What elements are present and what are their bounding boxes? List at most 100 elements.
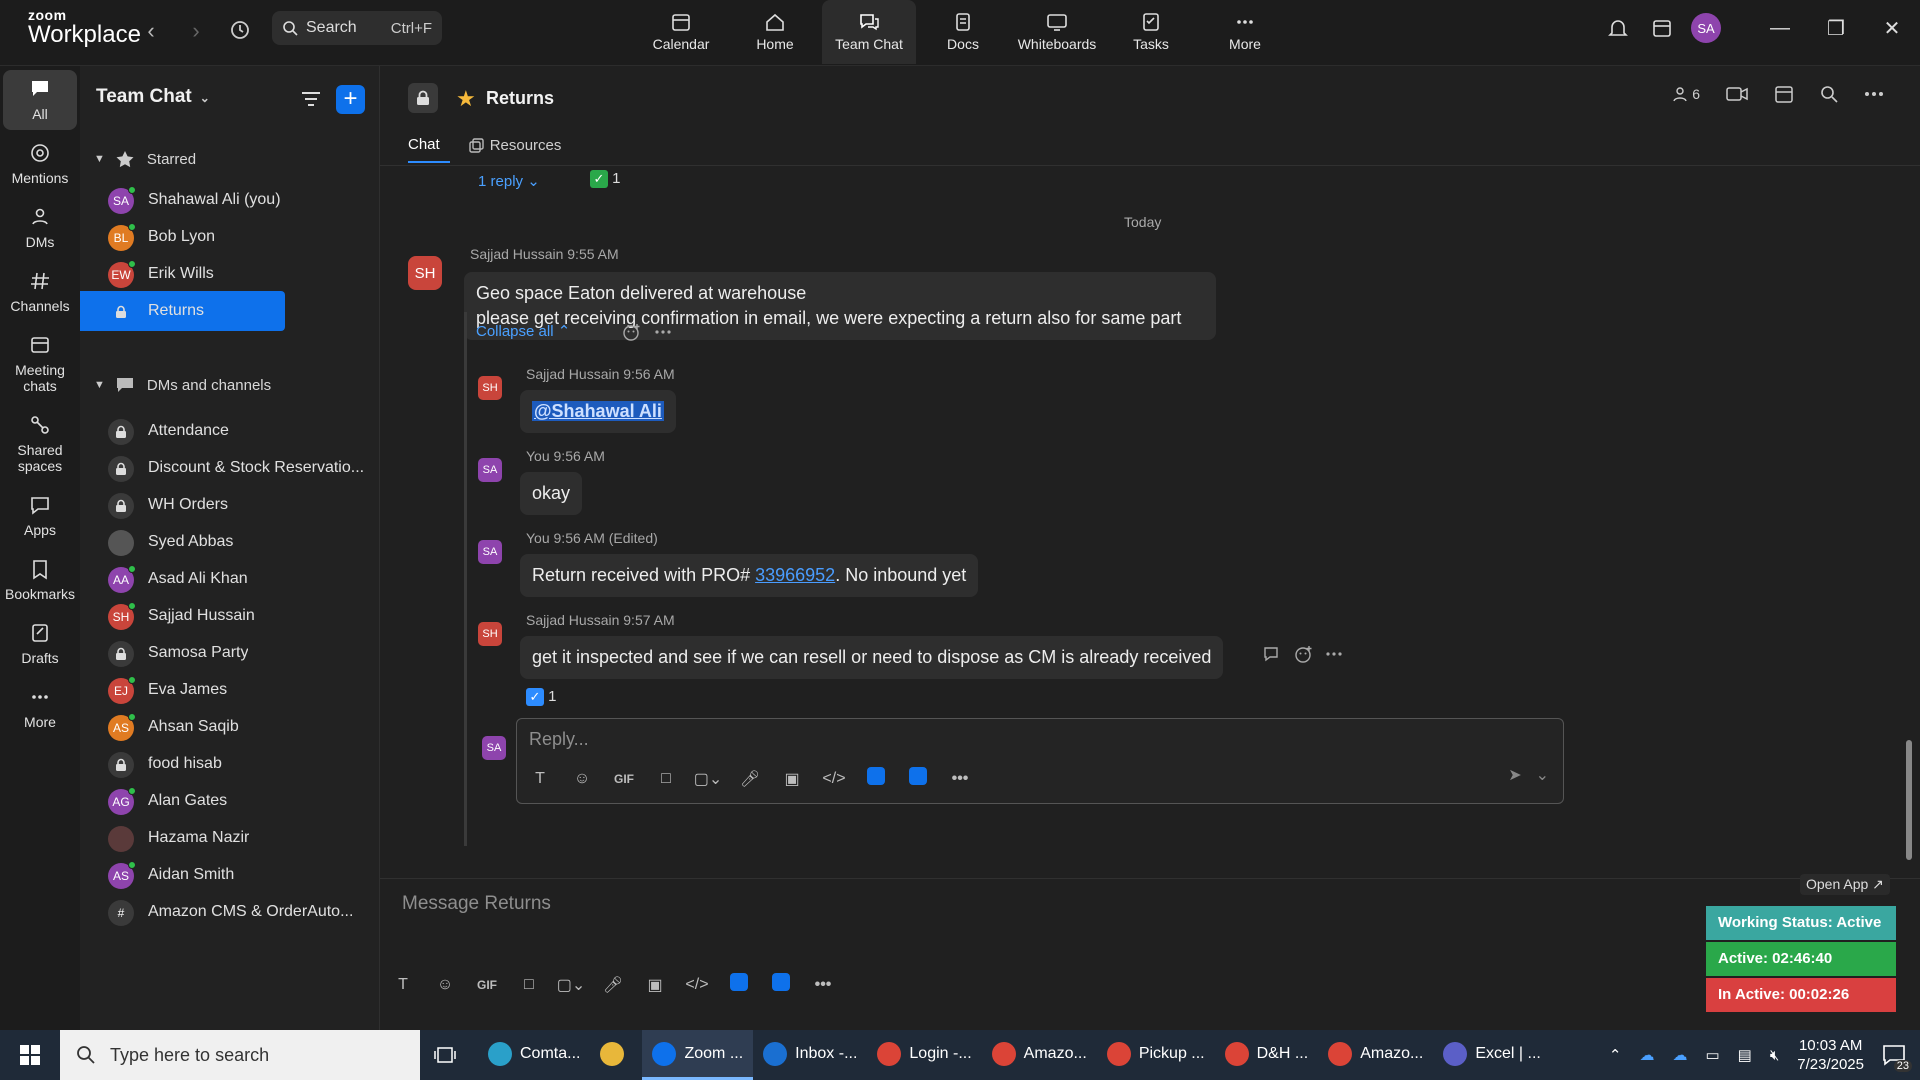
sidebar-item[interactable]: SH Sajjad Hussain: [80, 596, 285, 636]
sidebar-item[interactable]: Discount & Stock Reservatio...: [80, 448, 364, 488]
tab-docs[interactable]: Docs: [916, 0, 1010, 64]
tab-tasks[interactable]: Tasks: [1104, 0, 1198, 64]
video-message-icon[interactable]: ▣: [771, 769, 813, 789]
thread-scrollbar[interactable]: [1906, 740, 1912, 860]
add-reaction-icon[interactable]: [1294, 644, 1314, 664]
avatar[interactable]: SA: [478, 540, 502, 564]
cloud-sync-icon[interactable]: ☁: [1672, 1046, 1687, 1064]
app-icon[interactable]: [897, 767, 939, 790]
filter-icon[interactable]: [300, 88, 322, 110]
app-icon[interactable]: [718, 973, 760, 996]
taskbar-app[interactable]: Pickup ...: [1097, 1030, 1215, 1080]
gif-icon[interactable]: GIF: [466, 978, 508, 992]
sidebar-item[interactable]: WH Orders: [80, 485, 285, 525]
rail-bookmarks[interactable]: Bookmarks: [3, 550, 77, 610]
close-icon[interactable]: ✕: [1864, 16, 1920, 41]
tab-team-chat[interactable]: Team Chat: [822, 0, 916, 64]
rail-all[interactable]: All: [3, 70, 77, 130]
sidebar-item[interactable]: Hazama Nazir: [80, 818, 285, 858]
clock[interactable]: 10:03 AM 7/23/2025: [1797, 1036, 1864, 1074]
avatar[interactable]: SH: [478, 622, 502, 646]
text-format-icon[interactable]: T: [519, 770, 561, 788]
rail-dms[interactable]: DMs: [3, 198, 77, 258]
pro-number-link[interactable]: 33966952: [755, 565, 835, 585]
microphone-icon[interactable]: 🎤︎: [592, 975, 634, 995]
sidebar-item[interactable]: AS Aidan Smith: [80, 855, 285, 895]
avatar[interactable]: SH: [408, 256, 442, 290]
text-format-icon[interactable]: T: [382, 976, 424, 994]
rail-more[interactable]: More: [3, 678, 77, 738]
sidebar-item[interactable]: Attendance: [80, 411, 285, 451]
rail-drafts[interactable]: Drafts: [3, 614, 77, 674]
taskbar-app[interactable]: D&H ...: [1215, 1030, 1319, 1080]
taskbar-app[interactable]: Zoom ...: [642, 1030, 754, 1080]
rail-shared-spaces[interactable]: Shared spaces: [3, 406, 77, 482]
taskbar-app[interactable]: Login -...: [867, 1030, 981, 1080]
reaction-badge[interactable]: ✓ 1: [526, 688, 557, 707]
minimize-icon[interactable]: —: [1752, 17, 1808, 40]
star-icon[interactable]: ★: [456, 86, 476, 112]
taskbar-app[interactable]: Amazo...: [1318, 1030, 1433, 1080]
sidebar-item[interactable]: Returns: [80, 291, 285, 331]
calendar-check-icon[interactable]: [1640, 6, 1684, 50]
sidebar-item[interactable]: BL Bob Lyon: [80, 217, 285, 257]
message-composer[interactable]: Message Returns T ☺ GIF □ ▢⌄ 🎤︎ ▣ </> ••…: [380, 878, 1920, 1030]
restore-icon[interactable]: ❐: [1808, 16, 1864, 41]
more-dots-icon[interactable]: •••: [939, 770, 981, 788]
sidebar-title[interactable]: Team Chat ⌄: [96, 86, 210, 108]
reply-input[interactable]: Reply... T ☺ GIF □ ▢⌄ 🎤︎ ▣ </> ••• ➤ ⌄: [516, 718, 1564, 804]
video-message-icon[interactable]: ▣: [634, 975, 676, 995]
rail-apps[interactable]: Apps: [3, 486, 77, 546]
mention-link[interactable]: @Shahawal Ali: [532, 401, 664, 421]
send-icon[interactable]: ➤: [1508, 765, 1521, 785]
sidebar-item[interactable]: Syed Abbas: [80, 522, 285, 562]
reply-icon[interactable]: [1262, 644, 1282, 664]
more-dots-icon[interactable]: [1864, 91, 1884, 97]
sidebar-item[interactable]: Samosa Party: [80, 633, 285, 673]
more-dots-icon[interactable]: [1326, 652, 1342, 656]
section-dms-channels[interactable]: ▼ DMs and channels: [94, 376, 271, 394]
taskbar-app[interactable]: Inbox -...: [753, 1030, 867, 1080]
forward-icon[interactable]: ›: [183, 18, 209, 44]
rail-mentions[interactable]: Mentions: [3, 134, 77, 194]
rail-channels[interactable]: Channels: [3, 262, 77, 322]
collapse-all-button[interactable]: Collapse all ⌃: [476, 322, 570, 340]
chevron-up-icon[interactable]: ⌃: [1609, 1046, 1622, 1064]
tab-resources[interactable]: Resources: [468, 136, 572, 163]
taskbar-app[interactable]: Comta...: [478, 1030, 590, 1080]
tab-calendar[interactable]: Calendar: [634, 0, 728, 64]
sidebar-item[interactable]: AG Alan Gates: [80, 781, 285, 821]
sidebar-item[interactable]: SA Shahawal Ali (you): [80, 180, 285, 220]
windows-start-icon[interactable]: [0, 1044, 60, 1066]
tab-more[interactable]: More: [1198, 0, 1292, 64]
taskbar-app[interactable]: Excel | ...: [1433, 1030, 1551, 1080]
open-app-button[interactable]: Open App ↗: [1800, 874, 1890, 895]
reply-count-link[interactable]: 1 reply ⌄: [478, 172, 540, 190]
profile-avatar[interactable]: SA: [1684, 6, 1728, 50]
more-dots-icon[interactable]: •••: [802, 976, 844, 994]
code-icon[interactable]: </>: [676, 976, 718, 994]
members-button[interactable]: 6: [1672, 86, 1700, 102]
screenshot-icon[interactable]: ▢⌄: [687, 769, 729, 789]
app-icon[interactable]: [855, 767, 897, 790]
file-icon[interactable]: □: [645, 770, 687, 788]
rail-meeting-chats[interactable]: Meeting chats: [3, 326, 77, 402]
tab-whiteboards[interactable]: Whiteboards: [1010, 0, 1104, 64]
calendar-icon[interactable]: [1774, 84, 1794, 104]
taskbar-app[interactable]: [590, 1030, 642, 1080]
channel-title[interactable]: Returns: [486, 88, 554, 109]
add-reaction-icon[interactable]: [622, 322, 642, 342]
tab-chat[interactable]: Chat: [408, 136, 450, 163]
file-icon[interactable]: □: [508, 976, 550, 994]
network-icon[interactable]: ▤: [1738, 1046, 1752, 1064]
search-box[interactable]: Search Ctrl+F: [272, 11, 442, 45]
new-chat-button[interactable]: +: [336, 85, 365, 114]
battery-icon[interactable]: ▭: [1705, 1046, 1719, 1064]
onedrive-icon[interactable]: ☁: [1639, 1046, 1654, 1064]
video-icon[interactable]: [1726, 86, 1748, 102]
more-dots-icon[interactable]: [655, 330, 671, 334]
app-icon[interactable]: [760, 973, 802, 996]
section-starred[interactable]: ▼ Starred: [94, 150, 196, 168]
sidebar-item[interactable]: AA Asad Ali Khan: [80, 559, 285, 599]
notification-center[interactable]: 23: [1882, 1044, 1912, 1072]
